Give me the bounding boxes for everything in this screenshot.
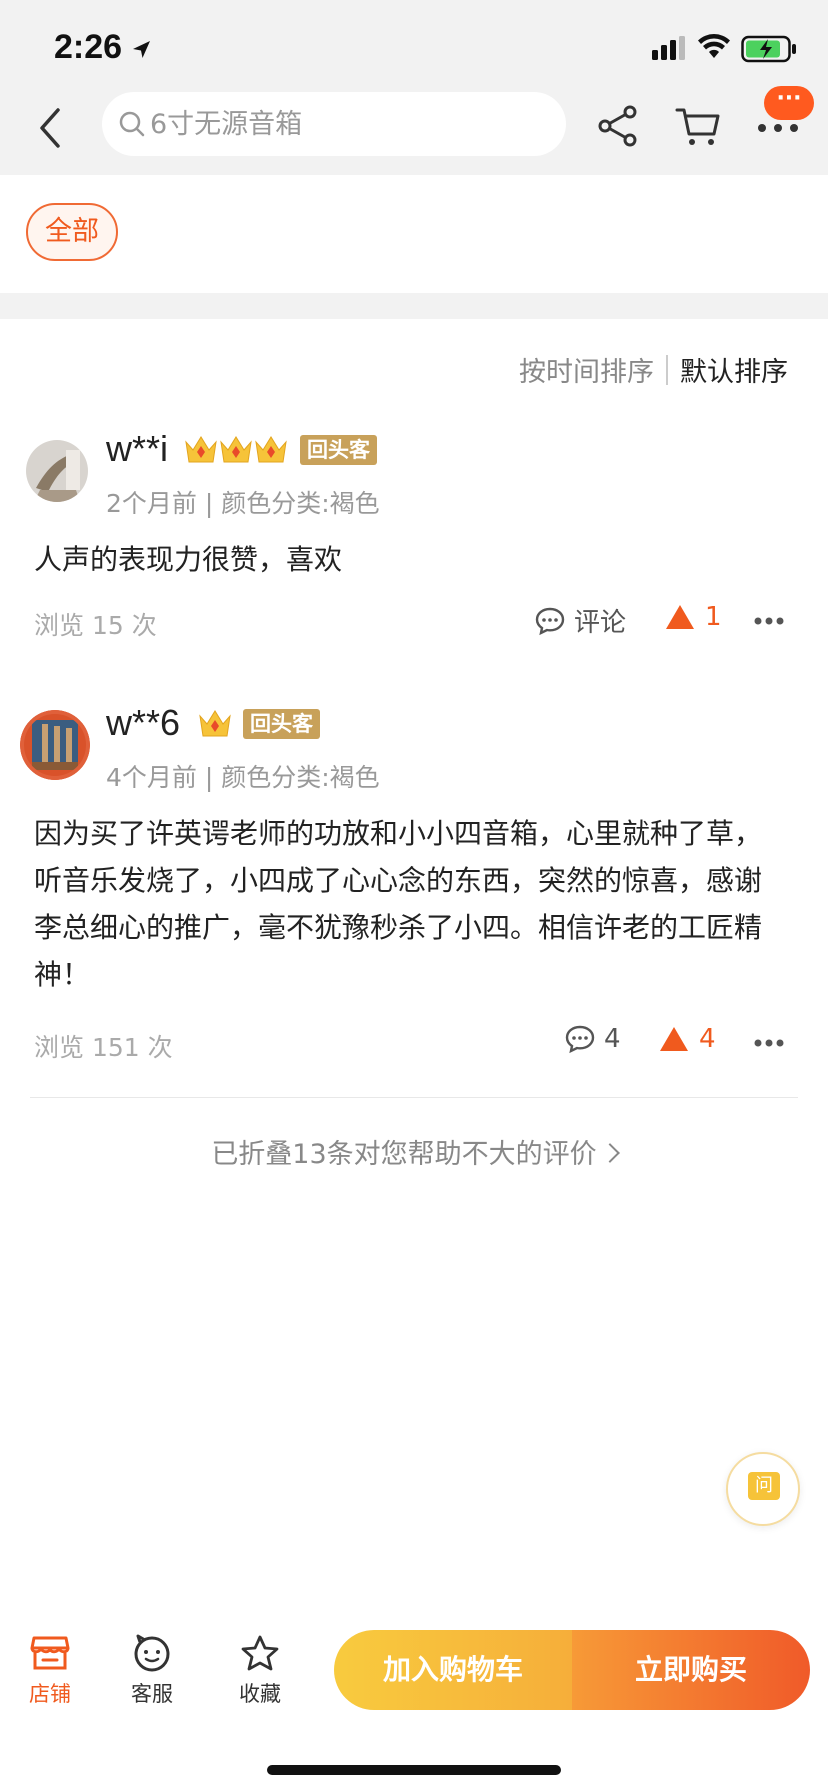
service-chat-icon xyxy=(134,1634,170,1672)
crown-icon xyxy=(199,710,231,737)
message-badge[interactable]: ··· xyxy=(764,86,814,120)
share-button[interactable] xyxy=(596,104,640,148)
store-button[interactable]: 店铺 xyxy=(10,1634,90,1708)
wifi-icon xyxy=(698,34,730,58)
list-divider xyxy=(30,1097,798,1098)
search-input[interactable] xyxy=(150,102,550,146)
review-more-button[interactable] xyxy=(754,1038,784,1048)
filter-chip-all[interactable]: 全部 xyxy=(26,203,118,261)
bottom-action-bar: 店铺 客服 收藏 加入购物车 立即购买 xyxy=(0,1620,828,1792)
review-meta: 4个月前 | 颜色分类:褐色 xyxy=(106,763,380,792)
back-button[interactable] xyxy=(30,104,70,152)
section-divider xyxy=(0,293,828,319)
review-username: w**i xyxy=(106,428,169,469)
chevron-right-icon xyxy=(599,1142,620,1163)
comment-button[interactable]: 评论 xyxy=(534,602,626,639)
like-button[interactable]: 1 xyxy=(665,602,722,632)
crown-icon xyxy=(185,436,217,463)
store-icon xyxy=(30,1636,70,1670)
like-count: 4 xyxy=(699,1024,716,1054)
folded-reviews-link[interactable]: 已折叠13条对您帮助不大的评价 xyxy=(0,1132,828,1171)
buy-now-button[interactable]: 立即购买 xyxy=(572,1630,810,1710)
cellular-signal-icon xyxy=(652,36,685,60)
favorite-button[interactable]: 收藏 xyxy=(220,1634,300,1708)
star-icon xyxy=(241,1635,279,1671)
like-count: 1 xyxy=(705,602,722,632)
top-header: 2:26 6寸无源音箱 ··· xyxy=(0,0,828,175)
ask-question-button[interactable]: 问 xyxy=(726,1452,800,1526)
like-triangle-icon xyxy=(666,605,694,629)
comment-button[interactable]: 4 xyxy=(564,1024,621,1054)
comment-label: 评论 xyxy=(574,608,627,638)
avatar[interactable] xyxy=(26,440,88,502)
sort-separator xyxy=(666,354,668,385)
home-indicator xyxy=(267,1765,561,1775)
cart-button[interactable] xyxy=(674,104,722,148)
sort-options: 按时间排序 默认排序 xyxy=(519,350,788,389)
like-triangle-icon xyxy=(660,1027,688,1051)
avatar[interactable] xyxy=(20,710,90,780)
sort-by-default[interactable]: 默认排序 xyxy=(680,350,788,389)
status-time: 2:26 xyxy=(54,28,123,66)
repeat-customer-badge: 回头客 xyxy=(300,435,377,465)
review-more-button[interactable] xyxy=(754,616,784,626)
comment-icon xyxy=(565,1025,595,1054)
review-content: 因为买了许英谔老师的功放和小小四音箱，心里就种了草，听音乐发烧了，小四成了心心念… xyxy=(34,817,763,991)
view-count: 浏览 15 次 xyxy=(34,611,157,640)
favorite-label: 收藏 xyxy=(239,1682,281,1706)
comment-icon xyxy=(535,607,565,635)
filter-bar: 全部 xyxy=(0,175,828,293)
service-label: 客服 xyxy=(131,1682,173,1706)
crown-icon xyxy=(255,436,287,463)
review-username: w**6 xyxy=(106,702,181,743)
repeat-customer-badge: 回头客 xyxy=(243,709,320,739)
comment-count: 4 xyxy=(604,1024,621,1054)
search-bar[interactable] xyxy=(102,92,566,156)
folded-reviews-text: 已折叠13条对您帮助不大的评价 xyxy=(211,1139,597,1170)
add-to-cart-button[interactable]: 加入购物车 xyxy=(334,1630,572,1710)
crown-icon xyxy=(220,436,252,463)
review-content: 人声的表现力很赞，喜欢 xyxy=(34,543,343,576)
sort-by-time[interactable]: 按时间排序 xyxy=(519,350,654,389)
view-count: 浏览 151 次 xyxy=(34,1033,173,1062)
customer-service-button[interactable]: 客服 xyxy=(112,1634,192,1708)
like-button[interactable]: 4 xyxy=(659,1024,716,1054)
location-arrow-icon xyxy=(133,41,150,58)
review-meta: 2个月前 | 颜色分类:褐色 xyxy=(106,489,380,518)
store-label: 店铺 xyxy=(29,1682,71,1706)
battery-charging-icon xyxy=(741,35,796,63)
ask-icon: 问 xyxy=(748,1472,780,1500)
search-icon xyxy=(119,111,145,137)
